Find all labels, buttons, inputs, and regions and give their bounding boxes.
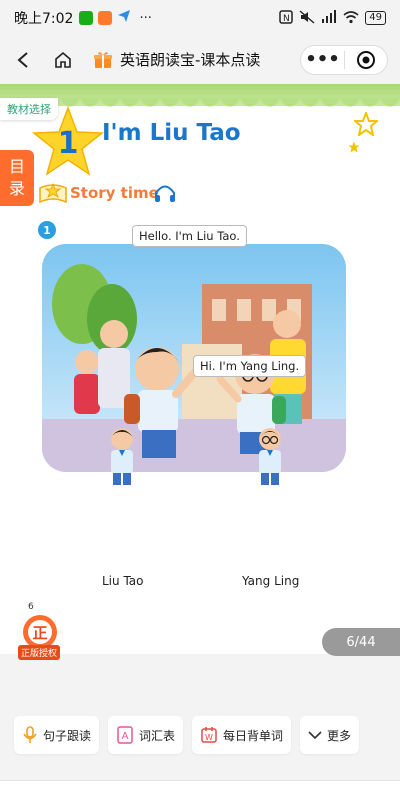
bottom-toolbar: 句子跟读 A 词汇表 W 每日背单词 更多 — [0, 716, 400, 766]
gift-button[interactable] — [86, 43, 120, 77]
star-icon — [352, 110, 380, 140]
svg-text:A: A — [122, 731, 129, 742]
wechat-icon — [79, 11, 94, 25]
daily-words-icon: W — [200, 726, 218, 744]
signal-icon — [321, 9, 337, 27]
mini-program-capsule: ••• — [300, 45, 388, 75]
svg-text:N: N — [283, 14, 290, 24]
textbook-page[interactable]: 教材选择 目 录 1 I'm Liu Tao Story time 1 Hell… — [0, 84, 400, 654]
status-bar: 晚上7:02 ··· N 49 — [0, 0, 400, 36]
back-button[interactable] — [6, 43, 40, 77]
more-button[interactable]: 更多 — [300, 716, 360, 754]
menu-label-2: 录 — [8, 179, 25, 198]
auth-badge-char: 正 — [32, 624, 47, 642]
chevron-down-icon — [308, 730, 322, 740]
send-icon — [117, 9, 131, 27]
app-icon — [98, 11, 113, 25]
small-star-icon — [348, 138, 360, 157]
battery-indicator: 49 — [365, 11, 386, 25]
unit-title: I'm Liu Tao — [102, 120, 241, 146]
story-book-icon — [38, 180, 68, 208]
microphone-icon — [22, 726, 38, 744]
gift-icon — [94, 52, 112, 68]
status-right: N 49 — [279, 9, 386, 27]
daily-words-label: 每日背单词 — [223, 728, 284, 743]
mute-icon — [299, 9, 315, 27]
daily-words-button[interactable]: W 每日背单词 — [192, 716, 292, 754]
unit-number: 1 — [58, 126, 79, 161]
sentence-follow-button[interactable]: 句子跟读 — [14, 716, 100, 754]
liutao-portrait[interactable] — [102, 425, 142, 487]
page-number: 6 — [28, 602, 34, 612]
sentence-follow-label: 句子跟读 — [43, 728, 92, 743]
authorization-label: 正版授权 — [18, 645, 61, 660]
status-more: ··· — [139, 10, 152, 26]
vocabulary-icon: A — [116, 726, 134, 744]
home-button[interactable] — [46, 43, 80, 77]
page-title: 英语朗读宝-课本点读 — [120, 51, 261, 69]
wifi-icon — [343, 10, 359, 27]
nav-bar: 英语朗读宝-课本点读 ••• — [0, 36, 400, 84]
speech-bubble-yangling[interactable]: Hi. I'm Yang Ling. — [193, 355, 307, 377]
headphone-icon[interactable] — [153, 182, 177, 208]
yangling-portrait[interactable] — [250, 425, 290, 487]
table-of-contents-button[interactable]: 目 录 — [0, 150, 34, 206]
speech-bubble-liutao[interactable]: Hello. I'm Liu Tao. — [132, 225, 247, 247]
name-liutao: Liu Tao — [102, 574, 144, 588]
vocabulary-label: 词汇表 — [139, 728, 176, 743]
menu-label-1: 目 — [8, 157, 25, 176]
target-icon — [356, 51, 375, 69]
home-icon — [55, 51, 71, 68]
bottom-strip — [0, 780, 400, 800]
capsule-more-button[interactable]: ••• — [301, 46, 344, 74]
status-time: 晚上7:02 — [14, 11, 74, 27]
section-label: Story time — [70, 184, 159, 202]
nfc-icon: N — [279, 9, 294, 27]
unit-star-icon: 1 — [31, 105, 105, 182]
more-label: 更多 — [327, 728, 352, 743]
vocabulary-button[interactable]: A 词汇表 — [108, 716, 184, 754]
name-yangling: Yang Ling — [242, 574, 300, 588]
svg-text:W: W — [205, 733, 213, 742]
picture-number-badge: 1 — [38, 221, 56, 239]
page-indicator: 6/44 — [322, 628, 400, 656]
back-icon — [17, 52, 28, 68]
capsule-close-button[interactable] — [345, 50, 387, 70]
